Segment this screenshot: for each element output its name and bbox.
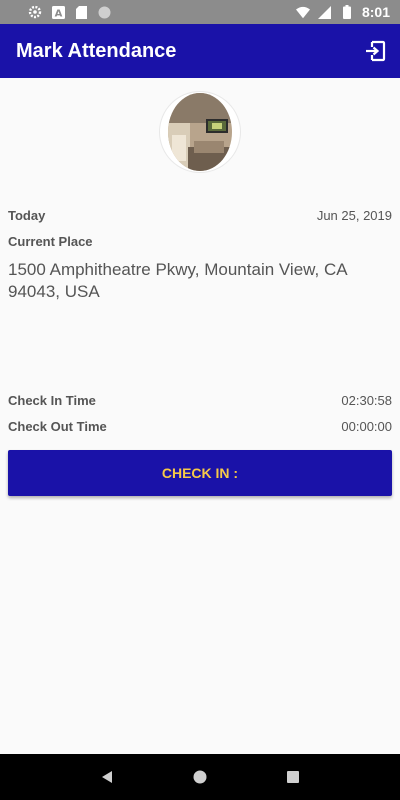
check-in-time-label: Check In Time bbox=[8, 393, 96, 408]
today-date: Jun 25, 2019 bbox=[316, 208, 392, 223]
logout-icon bbox=[366, 40, 386, 62]
back-button[interactable] bbox=[95, 765, 119, 789]
back-icon bbox=[101, 771, 112, 783]
today-row: Today Jun 25, 2019 bbox=[8, 208, 392, 223]
main-content: Today Jun 25, 2019 Current Place 1500 Am… bbox=[0, 78, 400, 754]
today-label: Today bbox=[8, 208, 46, 223]
circle-icon bbox=[97, 5, 111, 19]
battery-icon bbox=[340, 5, 354, 19]
check-in-button[interactable]: CHECK IN : bbox=[8, 450, 392, 496]
check-in-row: Check In Time 02:30:58 bbox=[8, 393, 392, 408]
avatar bbox=[160, 92, 240, 172]
status-bar: A 8:01 bbox=[0, 0, 400, 24]
recents-button[interactable] bbox=[281, 765, 305, 789]
check-out-time-label: Check Out Time bbox=[8, 419, 107, 434]
recents-icon bbox=[287, 771, 300, 783]
profile-photo bbox=[168, 93, 232, 171]
settings-icon bbox=[28, 5, 42, 19]
svg-text:A: A bbox=[54, 8, 62, 19]
home-icon bbox=[193, 770, 207, 784]
status-icons-right: 8:01 bbox=[295, 4, 390, 20]
check-out-time-value: 00:00:00 bbox=[341, 419, 392, 434]
place-row: Current Place bbox=[8, 234, 392, 249]
address-text: 1500 Amphitheatre Pkwy, Mountain View, C… bbox=[8, 260, 347, 301]
current-place-label: Current Place bbox=[8, 234, 93, 249]
clock-time: 8:01 bbox=[361, 4, 390, 20]
app-bar: Mark Attendance bbox=[0, 24, 400, 78]
check-in-time-value: 02:30:58 bbox=[341, 393, 392, 408]
system-nav-bar bbox=[0, 754, 400, 800]
sd-card-icon bbox=[74, 5, 88, 19]
check-out-row: Check Out Time 00:00:00 bbox=[8, 419, 392, 434]
font-a-icon: A bbox=[51, 5, 65, 19]
home-button[interactable] bbox=[188, 765, 212, 789]
signal-icon bbox=[318, 5, 332, 19]
wifi-icon bbox=[295, 5, 310, 19]
status-icons-left: A bbox=[28, 5, 111, 19]
logout-button[interactable] bbox=[362, 38, 388, 64]
page-title: Mark Attendance bbox=[16, 39, 177, 62]
